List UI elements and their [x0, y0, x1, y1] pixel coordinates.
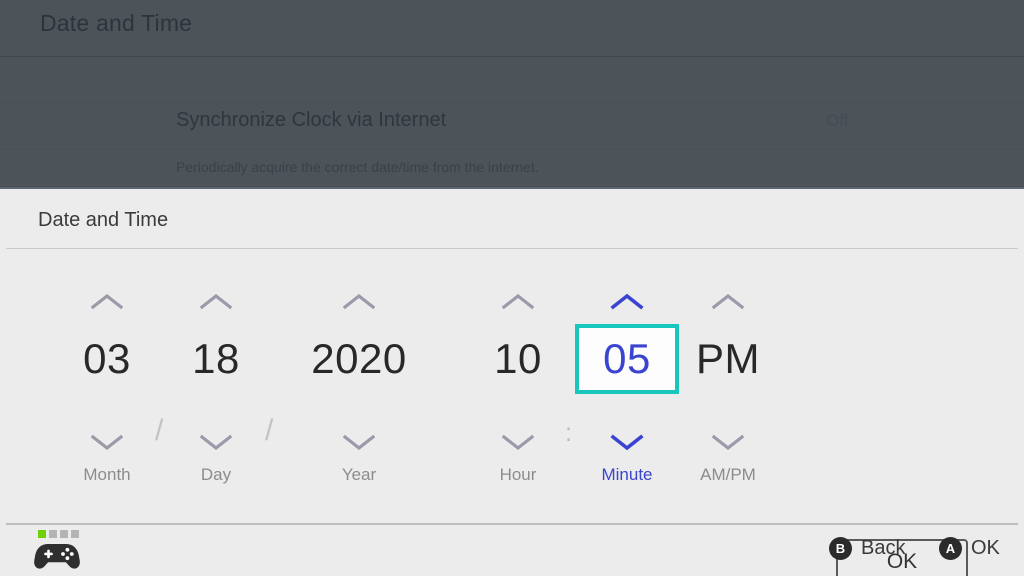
chevron-down-icon[interactable] — [341, 431, 377, 453]
hour-value-box[interactable]: 10 — [466, 324, 570, 394]
gamepad-icon — [34, 544, 80, 569]
player-pips — [38, 530, 79, 538]
chevron-up-icon[interactable] — [89, 291, 125, 313]
sync-clock-setting-value: Off — [826, 111, 849, 130]
year-value: 2020 — [311, 335, 407, 382]
background-row-divider-top — [0, 96, 1024, 97]
button-b-icon: B — [829, 537, 852, 560]
minute-label: Minute — [601, 465, 653, 484]
chevron-down-icon[interactable] — [89, 431, 125, 453]
dialog-top-border — [0, 187, 1024, 189]
date-time-picker: 03 Month / 18 Day / 2020 Year 10 Hour: … — [0, 279, 1024, 509]
switch-settings-screen: Date and Time Synchronize Clock via Inte… — [0, 0, 1024, 576]
chevron-down-icon[interactable] — [198, 431, 234, 453]
hint-ok[interactable]: A OK — [939, 537, 1000, 560]
day-label: Day — [200, 465, 232, 484]
picker-field-minute[interactable]: 05 Minute — [572, 279, 682, 509]
chevron-up-icon[interactable] — [198, 291, 234, 313]
day-value-box[interactable]: 18 — [164, 324, 268, 394]
chevron-up-icon[interactable] — [500, 291, 536, 313]
chevron-up-icon[interactable] — [341, 291, 377, 313]
day-value: 18 — [192, 335, 240, 382]
background-page-title: Date and Time — [40, 10, 193, 36]
hour-value: 10 — [494, 335, 542, 382]
ampm-value-box[interactable]: PM — [676, 324, 780, 394]
picker-field-hour[interactable]: 10 Hour — [463, 279, 573, 509]
bottom-bar: B Back A OK — [0, 525, 1024, 576]
hint-back[interactable]: B Back — [829, 537, 905, 560]
minute-value-box[interactable]: 05 — [575, 324, 679, 394]
month-value-box[interactable]: 03 — [55, 324, 159, 394]
chevron-down-icon[interactable] — [710, 431, 746, 453]
hint-back-label: Back — [861, 537, 906, 559]
year-label: Year — [341, 465, 377, 484]
ampm-value: PM — [696, 335, 760, 382]
dialog-title: Date and Time — [38, 209, 169, 231]
month-label: Month — [83, 465, 131, 484]
player-pip-2 — [49, 530, 57, 538]
background-settings-page: Date and Time Synchronize Clock via Inte… — [0, 0, 1024, 192]
picker-field-day[interactable]: 18 Day — [161, 279, 271, 509]
picker-field-month[interactable]: 03 Month — [52, 279, 162, 509]
chevron-down-icon[interactable] — [609, 431, 645, 453]
dialog-header-rule — [6, 248, 1018, 249]
chevron-down-icon[interactable] — [500, 431, 536, 453]
sync-clock-setting-label: Synchronize Clock via Internet — [176, 109, 447, 131]
button-a-icon: A — [939, 537, 962, 560]
player-pip-3 — [60, 530, 68, 538]
hour-label: Hour — [499, 465, 537, 484]
background-row-divider-mid — [0, 146, 1024, 147]
minute-value: 05 — [603, 335, 651, 382]
picker-field-ampm[interactable]: PM AM/PM — [673, 279, 783, 509]
player-pip-1 — [38, 530, 46, 538]
player-pip-4 — [71, 530, 79, 538]
month-value: 03 — [83, 335, 131, 382]
ampm-label: AM/PM — [700, 465, 756, 484]
chevron-up-icon[interactable] — [710, 291, 746, 313]
sync-clock-setting-description: Periodically acquire the correct date/ti… — [176, 159, 539, 175]
picker-field-year[interactable]: 2020 Year — [304, 279, 414, 509]
date-time-dialog: Date and Time 03 Month / 18 Day / 2020 Y… — [0, 187, 1024, 576]
year-value-box[interactable]: 2020 — [307, 324, 411, 394]
background-header-divider — [0, 56, 1024, 57]
player-indicator — [34, 530, 80, 574]
chevron-up-icon[interactable] — [609, 291, 645, 313]
hint-ok-label: OK — [971, 537, 1000, 559]
date-separator-2: / — [265, 414, 274, 447]
